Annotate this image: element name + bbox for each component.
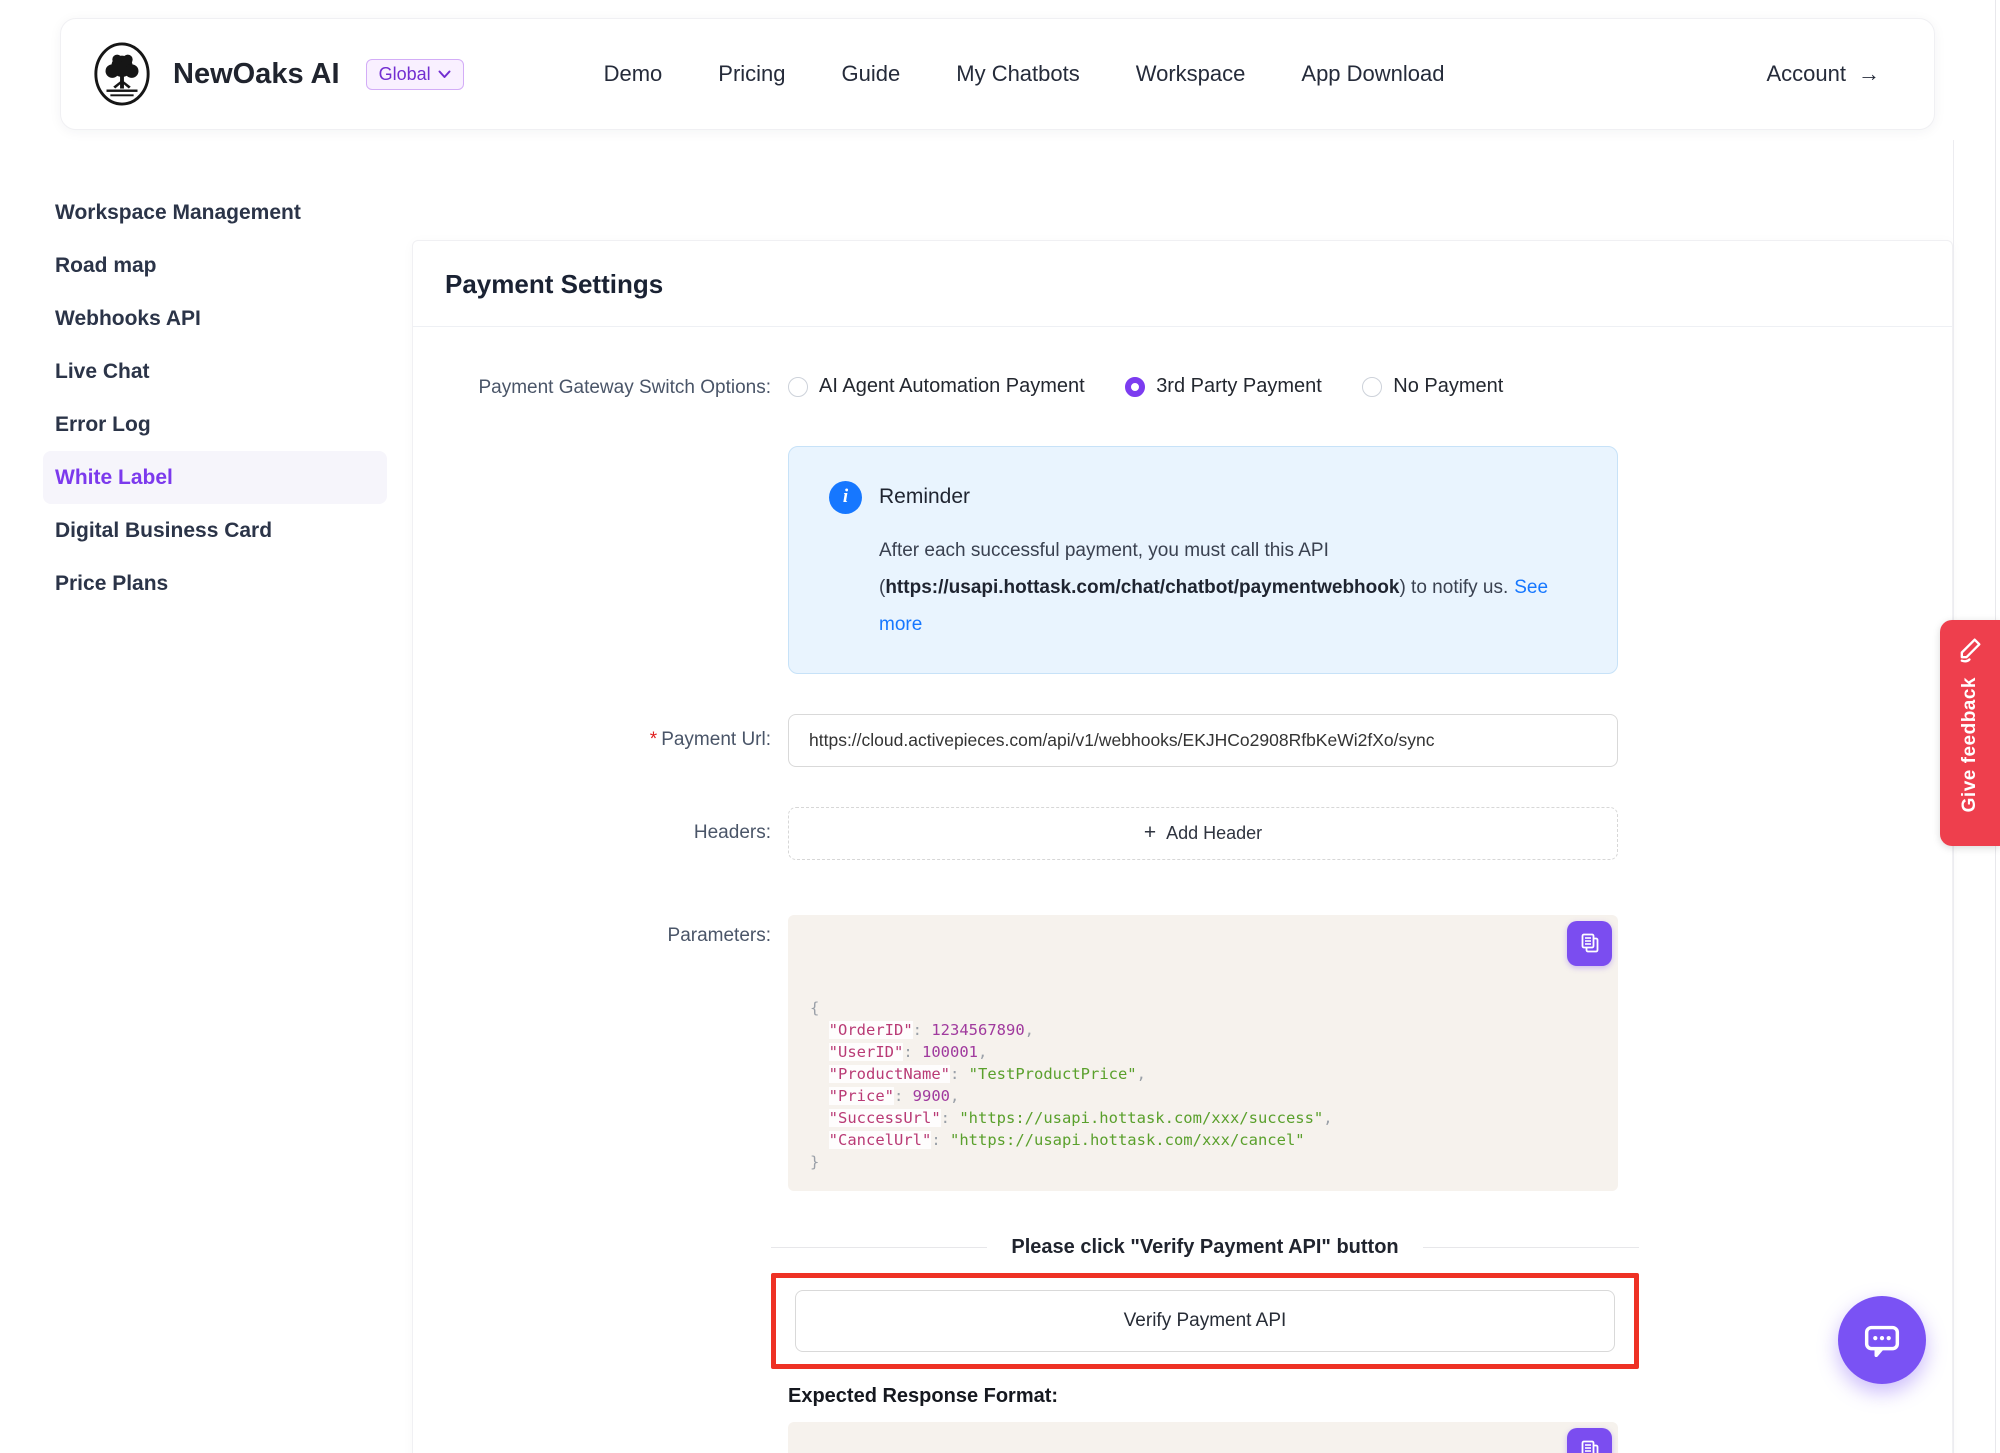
verify-instruction-divider: Please click "Verify Payment API" button xyxy=(771,1236,1639,1259)
parameters-label: Parameters: xyxy=(413,915,788,947)
payment-url-label: *Payment Url: xyxy=(413,729,788,751)
radio-unchecked-icon xyxy=(1362,377,1382,397)
reminder-text: ) to notify us. xyxy=(1399,577,1508,598)
top-navigation-bar: NewOaks AI Global Demo Pricing Guide My … xyxy=(60,18,1935,130)
sidebar-item-label: White Label xyxy=(55,466,173,490)
nav-app-download[interactable]: App Download xyxy=(1301,61,1444,87)
sidebar-item-label: Error Log xyxy=(55,413,151,437)
required-mark: * xyxy=(650,729,657,750)
nav-pricing[interactable]: Pricing xyxy=(718,61,785,87)
radio-3rd-party-payment[interactable]: 3rd Party Payment xyxy=(1125,375,1322,398)
copy-icon xyxy=(1578,1438,1602,1453)
nav-demo[interactable]: Demo xyxy=(604,61,663,87)
sidebar-item-live-chat[interactable]: Live Chat xyxy=(43,345,387,398)
main-nav: Demo Pricing Guide My Chatbots Workspace… xyxy=(604,61,1445,87)
expected-response-label: Expected Response Format: xyxy=(788,1385,1952,1408)
gateway-options-row: Payment Gateway Switch Options: AI Agent… xyxy=(413,375,1952,402)
divider-line xyxy=(771,1247,987,1248)
region-selector[interactable]: Global xyxy=(366,59,464,90)
sidebar-item-label: Webhooks API xyxy=(55,307,201,331)
radio-ai-agent-automation-payment[interactable]: AI Agent Automation Payment xyxy=(788,375,1085,398)
sidebar-item-label: Digital Business Card xyxy=(55,519,272,543)
nav-my-chatbots[interactable]: My Chatbots xyxy=(956,61,1080,87)
arrow-right-icon: → xyxy=(1858,61,1880,87)
add-header-label: Add Header xyxy=(1166,823,1262,844)
region-label: Global xyxy=(379,64,431,85)
payment-url-input[interactable] xyxy=(788,714,1618,767)
sidebar-item-white-label[interactable]: White Label xyxy=(43,451,387,504)
reminder-api-url: https://usapi.hottask.com/chat/chatbot/p… xyxy=(885,577,1399,598)
sidebar-item-workspace-management[interactable]: Workspace Management xyxy=(43,186,387,239)
radio-unchecked-icon xyxy=(788,377,808,397)
add-header-button[interactable]: + Add Header xyxy=(788,807,1618,860)
sidebar-item-label: Road map xyxy=(55,254,157,278)
chat-widget-button[interactable] xyxy=(1838,1296,1926,1384)
info-icon: i xyxy=(829,481,862,514)
sidebar-item-price-plans[interactable]: Price Plans xyxy=(43,557,387,610)
reminder-body: After each successful payment, you must … xyxy=(879,532,1579,643)
plus-icon: + xyxy=(1144,821,1156,845)
sidebar-item-label: Live Chat xyxy=(55,360,150,384)
reminder-row: i Reminder After each successful payment… xyxy=(413,446,1952,714)
headers-label: Headers: xyxy=(413,822,788,844)
parameters-code-block: { "OrderID": 1234567890, "UserID": 10000… xyxy=(788,915,1618,1191)
reminder-title: Reminder xyxy=(879,485,970,509)
brand-name: NewOaks AI xyxy=(173,58,340,91)
reminder-alert: i Reminder After each successful payment… xyxy=(788,446,1618,674)
nav-guide[interactable]: Guide xyxy=(842,61,901,87)
account-label: Account xyxy=(1767,61,1847,87)
page: NewOaks AI Global Demo Pricing Guide My … xyxy=(0,0,2000,1453)
sidebar-item-label: Workspace Management xyxy=(55,201,301,225)
red-annotation-box: Verify Payment API xyxy=(771,1273,1639,1369)
pencil-icon xyxy=(1956,635,1984,663)
sidebar-item-error-log[interactable]: Error Log xyxy=(43,398,387,451)
copy-parameters-button[interactable] xyxy=(1567,921,1612,966)
radio-label: AI Agent Automation Payment xyxy=(819,375,1085,398)
verify-payment-api-button[interactable]: Verify Payment API xyxy=(795,1290,1615,1352)
gateway-options-label: Payment Gateway Switch Options: xyxy=(413,377,788,399)
payment-url-row: *Payment Url: xyxy=(413,714,1952,767)
chat-bubble-icon xyxy=(1859,1317,1905,1363)
account-button[interactable]: Account → xyxy=(1767,61,1881,87)
radio-label: No Payment xyxy=(1393,375,1503,398)
newoaks-logo-icon xyxy=(91,41,153,107)
copy-response-button[interactable] xyxy=(1567,1428,1612,1453)
nav-workspace[interactable]: Workspace xyxy=(1136,61,1246,87)
sidebar-item-label: Price Plans xyxy=(55,572,168,596)
sidebar-item-road-map[interactable]: Road map xyxy=(43,239,387,292)
parameters-row: Parameters: { "OrderID": 123 xyxy=(413,915,1952,1191)
radio-checked-icon xyxy=(1125,377,1145,397)
sidebar-item-digital-business-card[interactable]: Digital Business Card xyxy=(43,504,387,557)
copy-icon xyxy=(1578,931,1602,955)
chevron-down-icon xyxy=(438,70,451,79)
payment-settings-panel: Payment Settings Payment Gateway Switch … xyxy=(412,240,1953,1453)
verify-instruction-text: Please click "Verify Payment API" button xyxy=(1011,1236,1398,1259)
page-title: Payment Settings xyxy=(413,241,1952,327)
divider-line xyxy=(1423,1247,1639,1248)
give-feedback-label: Give feedback xyxy=(1959,677,1981,812)
headers-row: Headers: + Add Header xyxy=(413,807,1952,860)
sidebar: Workspace Management Road map Webhooks A… xyxy=(43,186,387,610)
radio-no-payment[interactable]: No Payment xyxy=(1362,375,1503,398)
radio-label: 3rd Party Payment xyxy=(1156,375,1322,398)
give-feedback-tab[interactable]: Give feedback xyxy=(1940,620,2000,846)
response-code-block: { "Data": { "URL": "https://checkout.str… xyxy=(788,1422,1618,1453)
sidebar-item-webhooks-api[interactable]: Webhooks API xyxy=(43,292,387,345)
